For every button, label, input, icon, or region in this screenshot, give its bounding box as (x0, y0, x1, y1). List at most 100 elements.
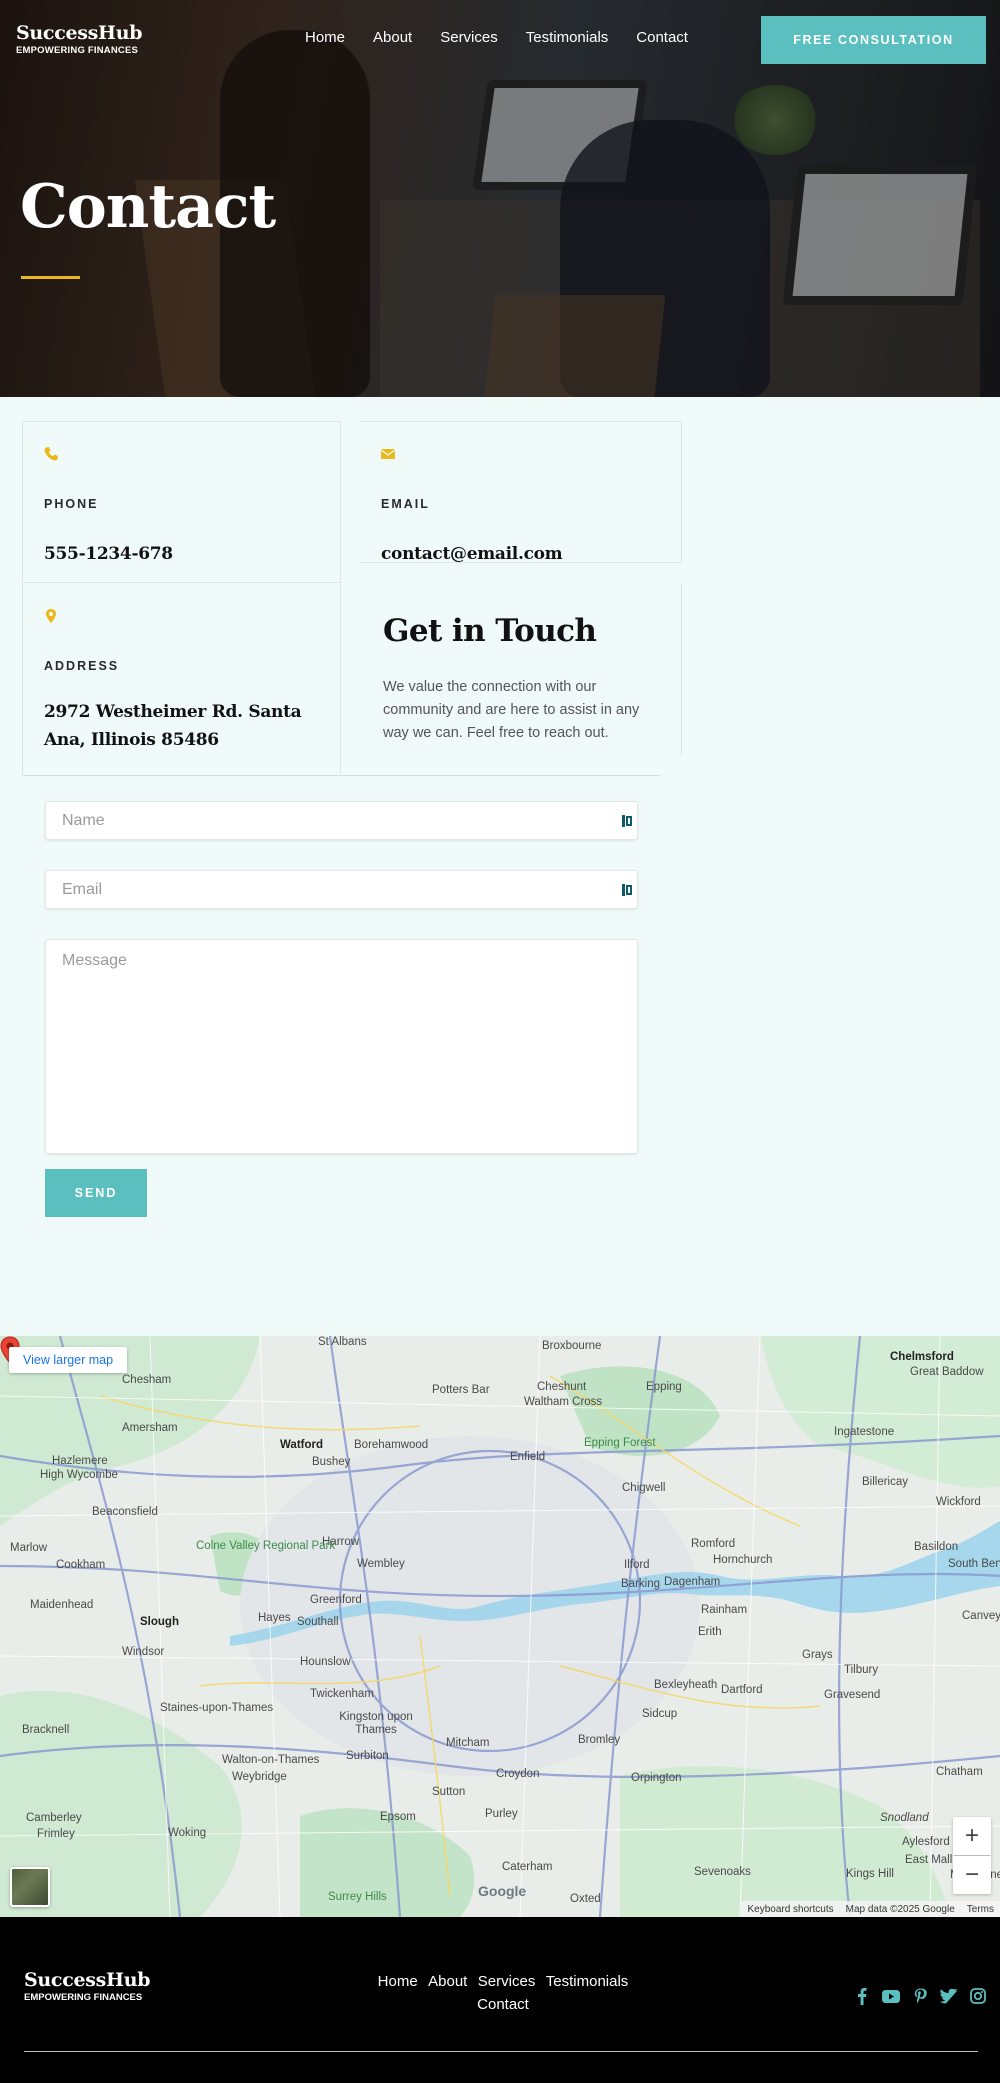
view-larger-map-link[interactable]: View larger map (9, 1347, 128, 1373)
map-data-text: Map data ©2025 Google (845, 1903, 955, 1915)
map-label: Southall (297, 1616, 339, 1628)
map-label: Aylesford (902, 1836, 950, 1848)
send-button[interactable]: SEND (45, 1169, 147, 1217)
nav-services[interactable]: Services (440, 29, 498, 46)
keyboard-shortcuts-link[interactable]: Keyboard shortcuts (747, 1904, 833, 1915)
message-textarea[interactable] (45, 939, 638, 1154)
map-label: Kings Hill (846, 1868, 894, 1880)
map-label: Colne Valley Regional Park (196, 1540, 336, 1552)
map-label: Hayes (258, 1612, 291, 1624)
email-input[interactable] (45, 870, 638, 909)
youtube-icon[interactable] (882, 1987, 900, 2005)
social-links (853, 1987, 987, 2005)
zoom-out-button[interactable]: − (953, 1856, 991, 1894)
map-label: Ingatestone (834, 1426, 895, 1438)
header-logo[interactable]: SuccessHub EMPOWERING FINANCES (16, 22, 143, 56)
map-label: Watford (280, 1439, 324, 1451)
map-label: Epping (646, 1381, 682, 1393)
map-label: Great Baddow (910, 1366, 984, 1378)
map-label: Wembley (357, 1558, 405, 1570)
footer-divider (24, 2051, 978, 2052)
map-label: Broxbourne (542, 1340, 602, 1352)
map-label: Mitcham (446, 1737, 490, 1749)
logo-name: SuccessHub (24, 1969, 151, 1991)
address-label: ADDRESS (44, 659, 120, 673)
map-label: Purley (485, 1808, 518, 1820)
autofill-icon[interactable] (622, 883, 632, 897)
map-label: Orpington (631, 1772, 682, 1784)
map-marker-icon (46, 609, 56, 623)
footer-link-home[interactable]: Home (378, 1973, 418, 1990)
logo-tagline: EMPOWERING FINANCES (16, 45, 139, 56)
map-label: Potters Bar (432, 1384, 490, 1396)
map-label: Dagenham (664, 1576, 721, 1588)
map-label: Erith (698, 1626, 722, 1638)
map-label: Kingston upon Thames (339, 1711, 413, 1736)
footer: SuccessHub EMPOWERING FINANCES Home Abou… (0, 1917, 1000, 2083)
phone-icon (44, 447, 58, 461)
footer-link-testimonials[interactable]: Testimonials (546, 1973, 629, 1990)
footer-link-about[interactable]: About (428, 1973, 467, 1990)
free-consultation-button[interactable]: FREE CONSULTATION (761, 16, 986, 64)
google-map[interactable]: St Albans Broxbourne Chelmsford Great Ba… (0, 1336, 1000, 1917)
autofill-icon[interactable] (622, 814, 632, 828)
map-label: Walton-on-Thames (222, 1754, 320, 1766)
email-card: EMAIL contact@email.com (360, 421, 682, 564)
map-label: Surrey Hills (328, 1891, 387, 1903)
google-logo: Google (478, 1883, 527, 1899)
pinterest-icon[interactable] (911, 1987, 929, 2005)
map-label: Chigwell (622, 1482, 666, 1494)
map-label: Sutton (432, 1786, 466, 1798)
get-in-touch-title: Get in Touch (383, 613, 597, 649)
satellite-toggle[interactable] (10, 1867, 50, 1907)
nav-contact[interactable]: Contact (636, 29, 688, 46)
twitter-icon[interactable] (940, 1987, 958, 2005)
nav-testimonials[interactable]: Testimonials (526, 29, 609, 46)
map-label: Canvey (962, 1610, 1000, 1622)
map-label: Gravesend (824, 1689, 881, 1701)
map-label: Snodland (880, 1812, 929, 1824)
get-in-touch-text: We value the connection with our communi… (383, 679, 640, 741)
map-label: Borehamwood (354, 1439, 429, 1451)
instagram-icon[interactable] (969, 1987, 987, 2005)
map-label: Enfield (510, 1451, 546, 1463)
map-label: Bracknell (22, 1724, 70, 1736)
map-label: Chatham (936, 1766, 983, 1778)
map-label: Caterham (502, 1861, 553, 1873)
map-label: Sevenoaks (694, 1866, 751, 1878)
name-input[interactable] (45, 801, 638, 840)
map-label: Ilford (624, 1559, 650, 1571)
map-label: Bromley (578, 1734, 621, 1746)
section-divider (22, 775, 660, 776)
address-card: ADDRESS 2972 Westheimer Rd. Santa Ana, I… (22, 584, 341, 774)
map-label: Chesham (122, 1374, 172, 1386)
footer-logo[interactable]: SuccessHub EMPOWERING FINANCES (24, 1969, 151, 2003)
map-label: Twickenham (310, 1688, 374, 1700)
map-label: Hazlemere (52, 1455, 108, 1467)
email-value: contact@email.com (381, 544, 563, 564)
terms-link[interactable]: Terms (967, 1904, 994, 1915)
map-label: Rainham (701, 1604, 748, 1616)
page-title: Contact (20, 172, 276, 242)
map-label: Wickford (936, 1496, 981, 1508)
map-label: Staines-upon-Thames (160, 1702, 274, 1714)
map-label: Hornchurch (713, 1554, 773, 1566)
zoom-in-button[interactable]: + (953, 1817, 991, 1855)
map-label: Basildon (914, 1541, 959, 1553)
nav-about[interactable]: About (373, 29, 412, 46)
facebook-icon[interactable] (853, 1987, 871, 2005)
hero-banner: SuccessHub EMPOWERING FINANCES Home Abou… (0, 0, 1000, 397)
phone-card: PHONE 555-1234-678 (22, 421, 341, 583)
map-label: Bushey (312, 1456, 351, 1468)
map-label: Epsom (380, 1811, 416, 1823)
footer-nav: Home About Services Testimonials Contact (353, 1970, 653, 2016)
map-label: South Ben (948, 1558, 1000, 1570)
email-label: EMAIL (381, 497, 430, 511)
footer-link-contact[interactable]: Contact (477, 1996, 529, 2013)
footer-link-services[interactable]: Services (478, 1973, 536, 1990)
map-label: Dartford (721, 1684, 763, 1696)
get-in-touch-card: Get in Touch We value the connection wit… (360, 584, 682, 756)
map-label: Greenford (310, 1594, 362, 1606)
nav-home[interactable]: Home (305, 29, 345, 46)
map-label: Sidcup (642, 1708, 678, 1720)
